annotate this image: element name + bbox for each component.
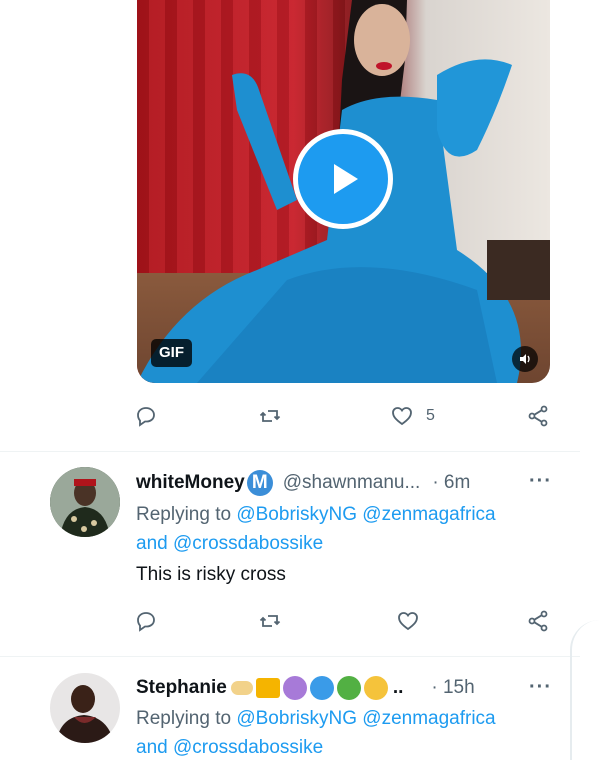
share-icon (528, 405, 548, 427)
mention-link[interactable]: @crossdabossike (173, 533, 323, 554)
name-truncation: .. (392, 677, 404, 698)
mention-link[interactable]: @BobriskyNG (236, 708, 357, 729)
yellow-heart-icon (363, 676, 388, 700)
mention-link[interactable]: @crossdabossike (173, 737, 323, 758)
gif-media-card[interactable]: GIF (137, 0, 550, 383)
speaker-icon (520, 354, 530, 364)
crown-emoji-icon (255, 678, 280, 698)
tweet-header: whiteMoney M @shawnmanu... · 6m (136, 470, 470, 496)
like-count: 5 (426, 407, 435, 424)
purple-heart-icon (282, 676, 307, 700)
share-icon (528, 610, 548, 632)
share-button[interactable] (526, 606, 550, 636)
more-options-button[interactable]: ··· (529, 676, 552, 699)
retweet-button[interactable] (258, 606, 282, 636)
avatar[interactable] (50, 673, 120, 743)
author-name[interactable]: Stephanie (136, 677, 227, 699)
retweet-icon (259, 615, 281, 627)
name-emojis: .. (230, 676, 404, 700)
and-text: and (136, 533, 168, 554)
mention-link[interactable]: @zenmagafrica (362, 504, 495, 525)
avatar[interactable] (50, 467, 120, 537)
and-text: and (136, 737, 168, 758)
tweet-actions-row (134, 606, 554, 636)
tweet-text: This is risky cross (136, 564, 286, 585)
author-name[interactable]: whiteMoney (136, 472, 245, 494)
replying-to: Replying to @BobriskyNG @zenmagafrica an… (136, 500, 556, 558)
replying-prefix: Replying to (136, 708, 232, 729)
timestamp[interactable]: · 15h (431, 677, 474, 699)
mention-link[interactable]: @zenmagafrica (362, 708, 495, 729)
mute-button[interactable] (512, 346, 538, 372)
retweet-icon (259, 410, 281, 422)
mention-link[interactable]: @BobriskyNG (236, 504, 357, 525)
timestamp[interactable]: · 6m (432, 472, 470, 494)
like-button[interactable]: 5 (390, 401, 435, 431)
gif-badge: GIF (151, 339, 192, 367)
tweet-stephanie[interactable]: Stephanie .. · 15h ··· Replying to @Bobr… (0, 657, 600, 760)
reply-button[interactable] (134, 401, 158, 431)
face-emoji-icon (230, 681, 253, 695)
retweet-button[interactable] (258, 401, 282, 431)
tweet-header: Stephanie .. · 15h (136, 676, 475, 700)
like-button[interactable] (396, 606, 420, 636)
avatar-image (50, 467, 120, 537)
reply-icon (137, 612, 155, 632)
heart-icon (398, 612, 418, 631)
avatar-image (50, 673, 120, 743)
tweet-actions-row: 5 (134, 401, 554, 431)
verified-badge: M (246, 470, 273, 496)
author-handle[interactable]: @shawnmanu... (283, 472, 421, 494)
more-options-button[interactable]: ··· (529, 470, 552, 493)
blue-heart-icon (309, 676, 334, 700)
heart-icon (392, 407, 412, 426)
green-heart-icon (336, 676, 361, 700)
share-button[interactable] (526, 401, 550, 431)
replying-to: Replying to @BobriskyNG @zenmagafrica an… (136, 704, 556, 760)
replying-prefix: Replying to (136, 504, 232, 525)
play-button[interactable] (293, 129, 393, 229)
play-icon (334, 164, 358, 194)
reply-icon (137, 407, 155, 427)
reply-button[interactable] (134, 606, 158, 636)
